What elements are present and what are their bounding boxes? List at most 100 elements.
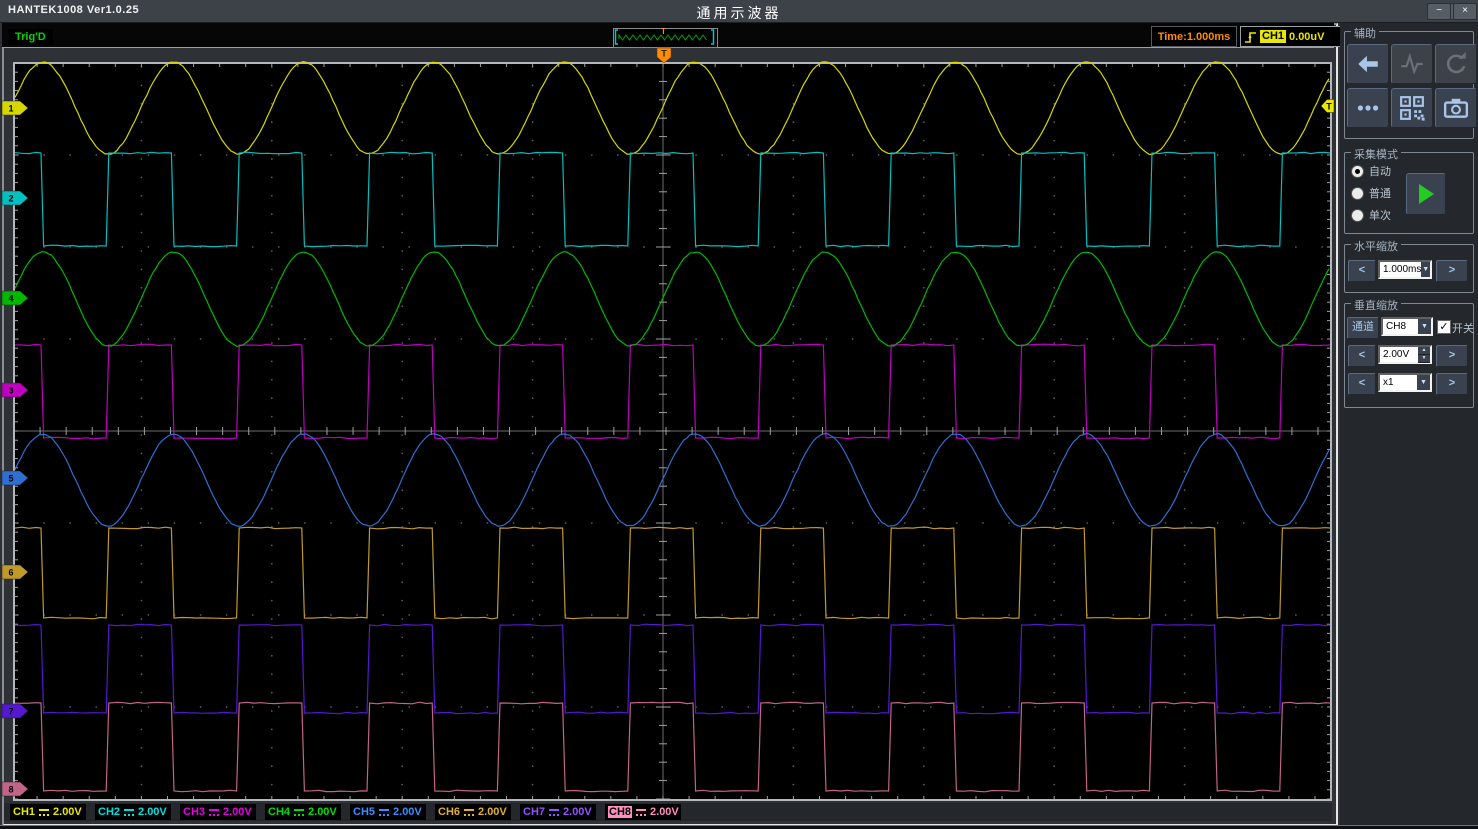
spinner-arrows[interactable]: ▲ ▼ <box>1418 347 1430 363</box>
vzoom-title: 垂直缩放 <box>1351 297 1401 313</box>
close-button[interactable]: × <box>1453 3 1477 20</box>
channel-name-CH8[interactable]: CH8 <box>608 806 633 818</box>
spin-down-icon[interactable]: ▼ <box>1418 355 1430 363</box>
trigger-status-badge: Trig'D <box>8 29 53 45</box>
channel-name-CH6[interactable]: CH6 <box>438 806 460 818</box>
dc-coupling-icon <box>464 808 475 816</box>
trigger-level-value: 0.00uV <box>1289 30 1325 43</box>
channel-readout-CH3[interactable]: CH3 2.00V <box>180 804 256 820</box>
channel-select[interactable]: CH8 ▼ <box>1381 317 1433 336</box>
dc-coupling-icon <box>209 808 220 816</box>
rising-edge-icon <box>1245 31 1256 43</box>
back-arrow-icon <box>1358 55 1378 73</box>
camera-icon <box>1443 98 1469 118</box>
svg-text:4: 4 <box>8 294 13 304</box>
acquire-option-label: 普通 <box>1369 188 1391 200</box>
window-bottom-edge <box>0 825 1478 829</box>
channel-readout-CH5[interactable]: CH5 2.00V <box>350 804 426 820</box>
channel-volts-CH7: 2.00V <box>563 806 592 818</box>
acquire-option-2[interactable]: 普通 <box>1351 185 1391 201</box>
window-title: 通用示波器 <box>696 5 782 21</box>
channel-readout-CH6[interactable]: CH6 2.00V <box>435 804 511 820</box>
acquire-option-1[interactable]: 自动 <box>1351 163 1391 179</box>
back-arrow-button[interactable] <box>1347 44 1389 84</box>
plot-root: 1 2 3 4 5 6 7 8 T T <box>1 47 1335 801</box>
svg-text:8: 8 <box>8 785 13 795</box>
run-button[interactable] <box>1406 173 1446 215</box>
channel-readout-CH1[interactable]: CH1 2.00V <box>10 804 86 820</box>
undo-icon <box>1446 52 1466 74</box>
channel-name-CH2[interactable]: CH2 <box>98 806 120 818</box>
camera-button[interactable] <box>1435 88 1477 128</box>
channel-volts-CH2: 2.00V <box>138 806 167 818</box>
channel-enable-checkbox[interactable]: ✓ <box>1437 320 1451 334</box>
spin-up-icon[interactable]: ▲ <box>1418 347 1430 355</box>
volts-decrease-button[interactable]: < <box>1348 345 1376 367</box>
channel-volts-CH4: 2.00V <box>308 806 337 818</box>
svg-text:T: T <box>1326 102 1332 112</box>
aux-title: 辅助 <box>1351 25 1379 41</box>
volts-increase-button[interactable]: > <box>1436 345 1468 367</box>
channel-readout-CH8[interactable]: CH8 2.00V <box>605 804 681 820</box>
radio-icon[interactable] <box>1351 164 1364 178</box>
channel-selected-value: CH8 <box>1386 321 1407 332</box>
switch-label: 开关 <box>1452 323 1474 335</box>
minimize-button[interactable]: − <box>1427 3 1451 20</box>
mult-increase-button[interactable]: > <box>1436 373 1468 395</box>
acquire-title: 采集模式 <box>1351 146 1401 162</box>
channel-button[interactable]: 通道 <box>1347 317 1379 339</box>
svg-text:3: 3 <box>8 386 13 396</box>
volts-spinner[interactable]: 2.00V ▲ ▼ <box>1378 345 1432 364</box>
timebase-value: Time:1.000ms <box>1157 31 1231 43</box>
chevron-down-icon[interactable]: ▼ <box>1417 375 1430 390</box>
pulse-button[interactable] <box>1391 44 1433 84</box>
trigger-position-marker[interactable]: T <box>656 47 672 64</box>
channel-volts-CH1: 2.00V <box>53 806 82 818</box>
hzoom-increase-button[interactable]: > <box>1436 260 1468 282</box>
timebase-selected-value: 1.000ms <box>1383 264 1422 275</box>
qr-code-button[interactable] <box>1391 88 1433 128</box>
channel-volts-CH3: 2.00V <box>223 806 252 818</box>
acquire-option-label: 自动 <box>1369 166 1391 178</box>
dc-coupling-icon <box>636 808 647 816</box>
mult-selected-value: x1 <box>1383 377 1394 388</box>
mult-select[interactable]: x1 ▼ <box>1378 373 1432 392</box>
svg-text:6: 6 <box>8 568 13 578</box>
scope-plot: 1 2 3 4 5 6 7 8 T T <box>1 47 1335 801</box>
channel-name-CH5[interactable]: CH5 <box>353 806 375 818</box>
mult-decrease-button[interactable]: < <box>1348 373 1376 395</box>
dc-coupling-icon <box>39 808 50 816</box>
channel-name-CH1[interactable]: CH1 <box>13 806 35 818</box>
title-bar: HANTEK1008 Ver1.0.25 通用示波器 − □ × <box>0 0 1478 23</box>
channel-readout-CH4[interactable]: CH4 2.00V <box>265 804 341 820</box>
hzoom-title: 水平缩放 <box>1351 238 1401 254</box>
control-panel: 辅助 采集模式 自动普通单次 水平缩放 < 1.000ms ▼ > 垂直缩放 通… <box>1340 23 1478 825</box>
acquire-option-3[interactable]: 单次 <box>1351 207 1391 223</box>
undo-button[interactable] <box>1435 44 1477 84</box>
timebase-readout: Time:1.000ms <box>1151 26 1237 47</box>
radio-icon[interactable] <box>1351 208 1364 222</box>
qr-code-icon <box>1400 96 1425 121</box>
channel-name-CH7[interactable]: CH7 <box>523 806 545 818</box>
chevron-down-icon[interactable]: ▼ <box>1421 262 1430 277</box>
svg-text:1: 1 <box>8 104 13 114</box>
svg-text:T: T <box>661 49 667 59</box>
trigger-info-readout: CH1 0.00uV <box>1240 26 1342 47</box>
hzoom-decrease-button[interactable]: < <box>1348 260 1376 282</box>
channel-readout-CH2[interactable]: CH2 2.00V <box>95 804 171 820</box>
chevron-down-icon[interactable]: ▼ <box>1418 319 1431 334</box>
channel-readout-CH7[interactable]: CH7 2.00V <box>520 804 596 820</box>
dc-coupling-icon <box>294 808 305 816</box>
channel-name-CH4[interactable]: CH4 <box>268 806 290 818</box>
ellipsis-button[interactable] <box>1347 88 1389 128</box>
svg-text:2: 2 <box>8 194 13 204</box>
radio-icon[interactable] <box>1351 186 1364 200</box>
trigger-source-badge: CH1 <box>1260 30 1287 43</box>
channel-name-CH3[interactable]: CH3 <box>183 806 205 818</box>
ellipsis-icon <box>1357 105 1379 111</box>
svg-text:5: 5 <box>8 474 13 484</box>
dc-coupling-icon <box>124 808 135 816</box>
acquire-option-label: 单次 <box>1369 210 1391 222</box>
timebase-select[interactable]: 1.000ms ▼ <box>1378 260 1432 279</box>
oscilloscope-app: HANTEK1008 Ver1.0.25 通用示波器 − □ × Trig'D … <box>0 0 1478 829</box>
